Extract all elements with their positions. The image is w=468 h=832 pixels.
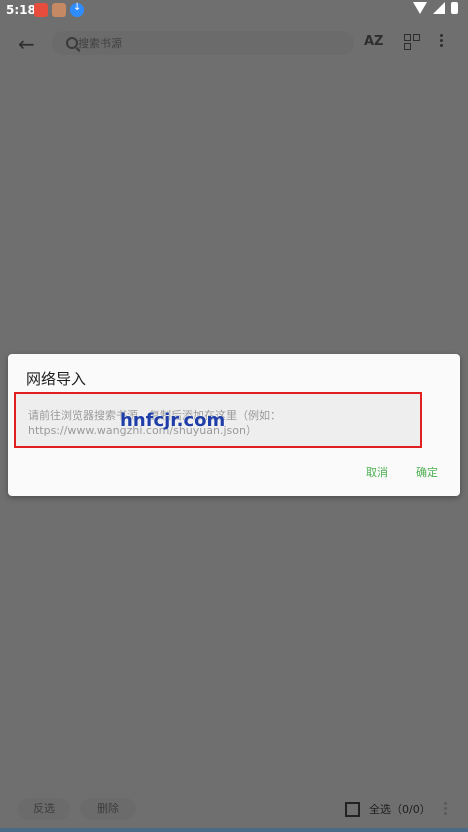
system-icons	[413, 2, 458, 14]
dialog-title: 网络导入	[26, 370, 87, 388]
status-bar: 5:18	[0, 0, 468, 22]
delete-button[interactable]: 删除	[80, 798, 136, 820]
alarm-app-icon	[34, 3, 48, 17]
sort-az-icon[interactable]: AZ	[364, 34, 384, 49]
select-all-checkbox[interactable]	[345, 802, 360, 817]
url-input-box[interactable]: hnfcjr.com	[14, 392, 422, 448]
top-app-bar: ← AZ	[0, 22, 468, 68]
network-import-dialog: 网络导入 hnfcjr.com 取消 确定	[8, 354, 460, 496]
cancel-button[interactable]: 取消	[366, 464, 388, 480]
invert-selection-button[interactable]: 反选	[18, 798, 70, 820]
avatar-app-icon	[52, 3, 66, 17]
select-all-label: 全选（0/0）	[369, 803, 431, 816]
back-arrow-icon[interactable]: ←	[18, 34, 35, 54]
battery-icon	[451, 2, 458, 14]
notification-icons	[34, 2, 84, 17]
bottom-action-bar: 反选 删除 全选（0/0）	[0, 790, 468, 828]
watermark-text: hnfcjr.com	[120, 410, 226, 431]
ok-button[interactable]: 确定	[416, 464, 438, 480]
overflow-menu-icon[interactable]	[440, 32, 444, 52]
dialog-actions: 取消 确定	[366, 464, 438, 480]
qr-scan-icon[interactable]	[404, 34, 420, 50]
search-icon	[66, 37, 78, 49]
search-box[interactable]	[52, 31, 354, 55]
status-time: 5:18	[6, 3, 36, 17]
wifi-icon	[413, 2, 427, 14]
download-icon	[70, 2, 84, 17]
more-options-icon[interactable]	[444, 800, 448, 820]
search-input[interactable]	[78, 34, 338, 52]
bottom-edge-line	[0, 828, 468, 832]
signal-icon	[433, 2, 445, 14]
